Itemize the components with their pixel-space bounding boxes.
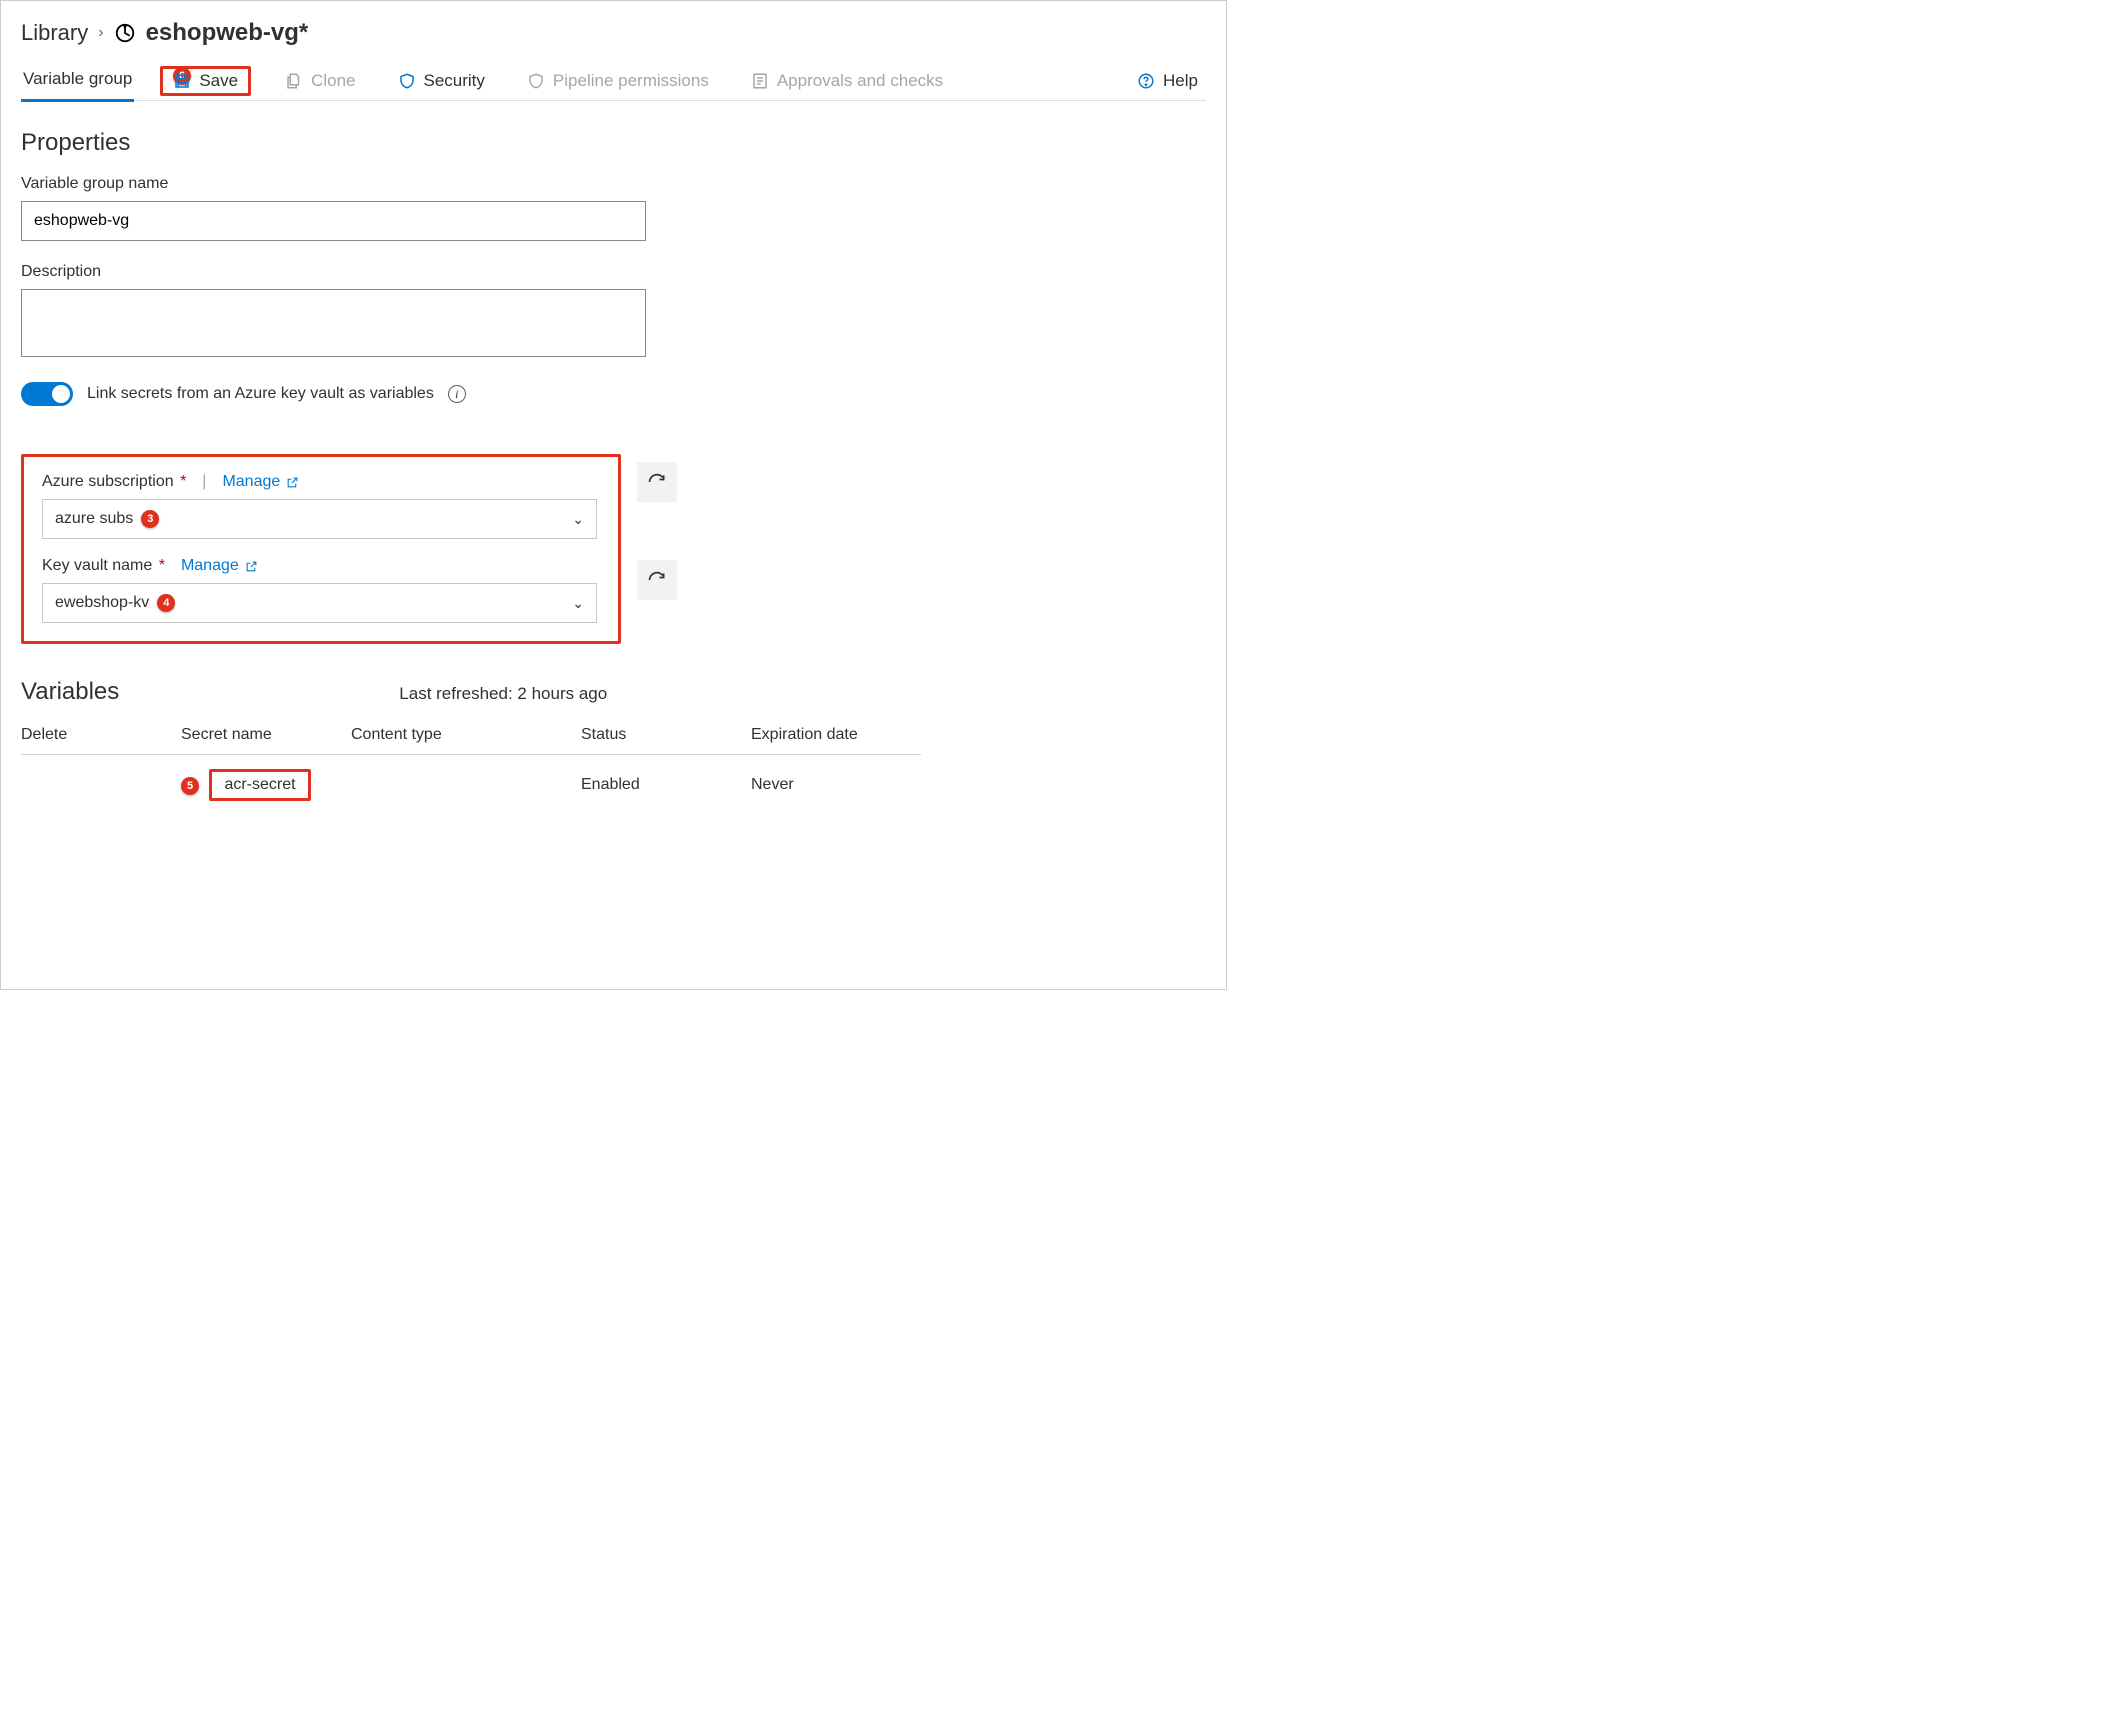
name-label: Variable group name (21, 175, 1206, 193)
keyvault-dropdown[interactable]: ewebshop-kv 4 ⌄ (42, 583, 597, 623)
help-button[interactable]: Help (1129, 65, 1206, 97)
toolbar: Variable group Save Clone Security Pipel… (21, 57, 1206, 101)
shield-outline-icon (527, 72, 545, 90)
pipeline-label: Pipeline permissions (553, 71, 709, 91)
chevron-right-icon: › (98, 24, 103, 42)
chevron-down-icon: ⌄ (572, 595, 584, 612)
col-ctype: Content type (351, 726, 581, 744)
col-status: Status (581, 726, 751, 744)
description-label: Description (21, 263, 1206, 281)
step-badge-3: 3 (141, 510, 159, 528)
breadcrumb-root[interactable]: Library (21, 20, 88, 46)
description-input[interactable] (21, 289, 646, 357)
step-badge-5: 5 (181, 777, 199, 795)
variables-table: Delete Secret name Content type Status E… (21, 726, 921, 815)
info-icon[interactable]: i (448, 385, 466, 403)
keyvault-label: Key vault name * (42, 557, 165, 575)
save-button[interactable]: Save (160, 66, 251, 96)
expiration-cell: Never (751, 776, 921, 794)
azure-settings-box: Azure subscription * | Manage azure subs… (21, 454, 621, 644)
checklist-icon (751, 72, 769, 90)
chevron-down-icon: ⌄ (572, 511, 584, 528)
clone-button: Clone (277, 65, 363, 97)
security-button[interactable]: Security (390, 65, 493, 97)
variable-group-icon (114, 22, 136, 44)
breadcrumb: Library › eshopweb-vg* (21, 13, 1206, 57)
approvals-button: Approvals and checks (743, 65, 951, 97)
last-refreshed: Last refreshed: 2 hours ago (399, 684, 607, 704)
col-exp: Expiration date (751, 726, 921, 744)
subscription-dropdown[interactable]: azure subs 3 ⌄ (42, 499, 597, 539)
keyvault-refresh-button[interactable] (637, 560, 677, 600)
save-label: Save (199, 71, 238, 91)
subscription-label: Azure subscription * (42, 473, 186, 491)
shield-icon (398, 72, 416, 90)
security-label: Security (424, 71, 485, 91)
col-secret: Secret name (181, 726, 351, 744)
variables-heading: Variables (21, 678, 119, 706)
tab-variable-group[interactable]: Variable group (21, 61, 134, 101)
breadcrumb-title: eshopweb-vg* (146, 19, 309, 47)
status-cell: Enabled (581, 776, 751, 794)
approvals-label: Approvals and checks (777, 71, 943, 91)
step-badge-4: 4 (157, 594, 175, 612)
variable-group-name-input[interactable] (21, 201, 646, 241)
subscription-manage-link[interactable]: Manage (222, 473, 299, 491)
clone-label: Clone (311, 71, 355, 91)
properties-heading: Properties (21, 129, 1206, 157)
keyvault-manage-link[interactable]: Manage (181, 557, 258, 575)
link-keyvault-toggle[interactable] (21, 382, 73, 406)
pipeline-permissions-button: Pipeline permissions (519, 65, 717, 97)
clone-icon (285, 72, 303, 90)
table-row: 5 acr-secret Enabled Never (21, 755, 921, 815)
help-icon (1137, 72, 1155, 90)
secret-name-cell[interactable]: acr-secret (209, 769, 310, 801)
save-icon (173, 72, 191, 90)
col-delete: Delete (21, 726, 181, 744)
help-label: Help (1163, 71, 1198, 91)
toggle-label: Link secrets from an Azure key vault as … (87, 385, 434, 403)
subscription-refresh-button[interactable] (637, 462, 677, 502)
